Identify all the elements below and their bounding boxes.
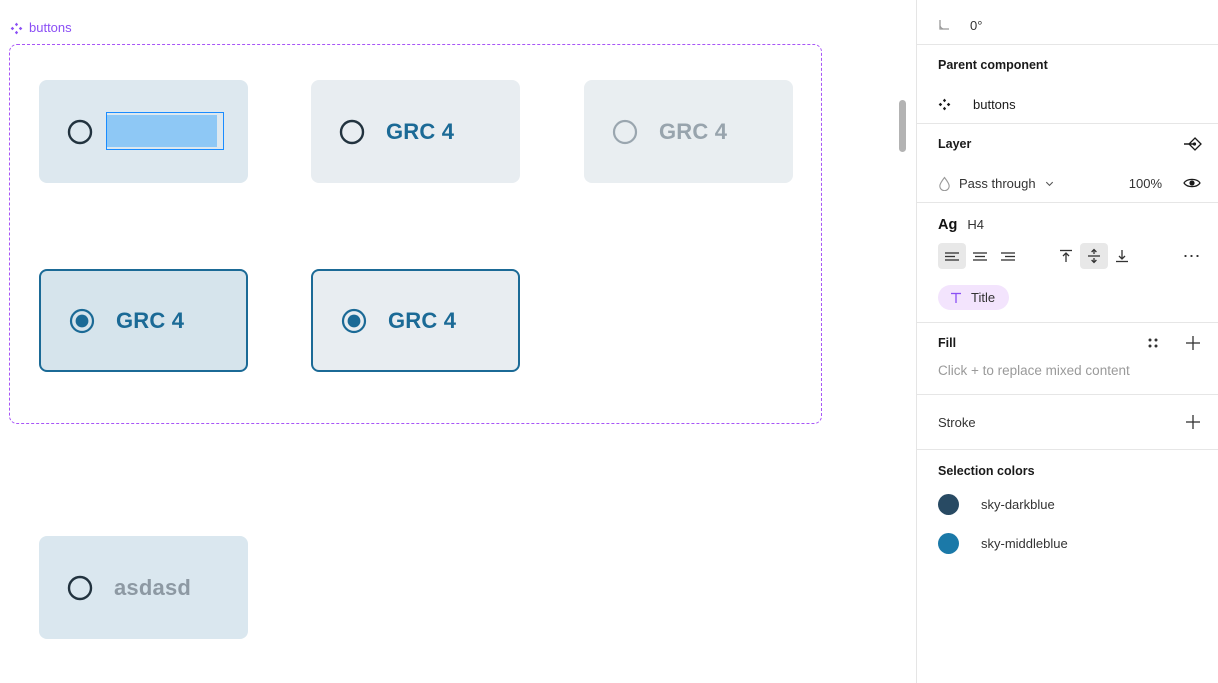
selection-color-row[interactable]: sky-middleblue: [938, 533, 1197, 554]
selection-color-row[interactable]: sky-darkblue: [938, 494, 1197, 515]
button-grc4-selected[interactable]: GRC 4: [311, 269, 520, 372]
align-bottom-icon[interactable]: [1108, 243, 1136, 269]
selection-colors-title: Selection colors: [938, 464, 1035, 478]
four-dot-grid-icon[interactable]: [1144, 334, 1162, 352]
fill-header: Fill: [917, 323, 1218, 363]
selection-colors-section: Selection colors sky-darkblue sky-middle…: [917, 450, 1218, 554]
color-name: sky-middleblue: [981, 536, 1068, 551]
clipped-top-row: [917, 0, 1218, 6]
button-label: GRC 4: [386, 118, 455, 144]
radio-filled-icon[interactable]: [341, 308, 367, 334]
align-right-icon[interactable]: [994, 243, 1022, 269]
stroke-section: Stroke: [917, 395, 1218, 450]
text-style-T-icon: [951, 292, 961, 303]
layer-title: Layer: [938, 137, 972, 151]
transform-section: 0°: [917, 6, 1218, 45]
parent-component-item[interactable]: buttons: [917, 85, 1218, 123]
align-left-icon[interactable]: [938, 243, 966, 269]
chevron-down-icon: [1045, 181, 1053, 186]
design-canvas[interactable]: buttons GRC 4 GRC 4 GRC 4 GRC 4 asdasd: [0, 0, 915, 683]
radio-empty-icon[interactable]: [67, 575, 93, 601]
button-grc4-default[interactable]: GRC 4: [311, 80, 520, 183]
layer-opacity-value[interactable]: 100%: [1129, 176, 1162, 191]
typography-sample: Ag: [938, 217, 958, 233]
ellipsis-icon[interactable]: ⋯: [1183, 247, 1203, 265]
plus-icon[interactable]: [1184, 413, 1202, 431]
button-label: GRC 4: [659, 118, 728, 144]
rotation-value[interactable]: 0°: [970, 18, 982, 33]
align-center-icon[interactable]: [966, 243, 994, 269]
radio-filled-icon[interactable]: [69, 308, 95, 334]
fill-section: Fill Click + to replace mixed content: [917, 323, 1218, 395]
radio-empty-icon[interactable]: [67, 119, 93, 145]
blend-drop-icon: [939, 176, 950, 191]
radio-empty-icon[interactable]: [339, 119, 365, 145]
plus-icon[interactable]: [1184, 334, 1202, 352]
fill-empty-message: Click + to replace mixed content: [938, 363, 1130, 378]
parent-component-header: Parent component: [917, 45, 1218, 85]
button-label: GRC 4: [116, 307, 185, 333]
parent-component-title: Parent component: [938, 58, 1048, 72]
parent-component-name: buttons: [973, 96, 1016, 112]
component-diamond-icon: [10, 22, 23, 34]
component-frame-label[interactable]: buttons: [10, 19, 72, 37]
align-middle-icon[interactable]: [1080, 243, 1108, 269]
component-frame-label-text: buttons: [29, 20, 72, 35]
text-style-chip[interactable]: Title: [938, 285, 1010, 310]
color-name: sky-darkblue: [981, 497, 1055, 512]
typography-style-name[interactable]: H4: [967, 217, 984, 232]
typography-header[interactable]: Ag H4: [917, 203, 1218, 239]
properties-panel: 0° Parent component buttons Layer Pass t…: [916, 0, 1218, 683]
color-swatch[interactable]: [938, 533, 959, 554]
stroke-title: Stroke: [938, 414, 976, 430]
fill-title: Fill: [938, 336, 957, 350]
angle-icon: [939, 20, 949, 30]
blend-mode-dropdown[interactable]: Pass through: [938, 176, 1055, 191]
rotation-row[interactable]: 0°: [917, 6, 1218, 44]
text-alignment-row: ⋯: [917, 239, 1218, 275]
text-style-chip-label: Title: [971, 290, 996, 305]
eye-icon[interactable]: [1182, 173, 1202, 193]
parent-component-section: Parent component buttons: [917, 45, 1218, 124]
align-top-icon[interactable]: [1052, 243, 1080, 269]
button-asdasd[interactable]: asdasd: [39, 536, 248, 639]
arrow-into-diamond-icon[interactable]: [1182, 134, 1202, 154]
button-grc4-selected-focus[interactable]: GRC 4: [39, 269, 248, 372]
layer-section: Layer Pass through 100%: [917, 124, 1218, 203]
layer-header: Layer: [917, 124, 1218, 164]
button-grc4-disabled[interactable]: GRC 4: [584, 80, 793, 183]
text-edit-bounding-box[interactable]: [106, 112, 224, 150]
color-swatch[interactable]: [938, 494, 959, 515]
canvas-vertical-scrollbar[interactable]: [899, 100, 906, 152]
figma-window: buttons GRC 4 GRC 4 GRC 4 GRC 4 asdasd 0…: [0, 0, 1218, 683]
radio-empty-disabled-icon[interactable]: [612, 119, 638, 145]
layer-controls-row: Pass through 100%: [917, 164, 1218, 202]
component-diamond-icon: [938, 98, 951, 110]
blend-mode-value: Pass through: [959, 175, 1036, 191]
button-label: asdasd: [114, 574, 192, 600]
typography-section: Ag H4 ⋯ Title: [917, 203, 1218, 323]
button-label: GRC 4: [388, 307, 457, 333]
stroke-header: Stroke: [917, 395, 1218, 449]
